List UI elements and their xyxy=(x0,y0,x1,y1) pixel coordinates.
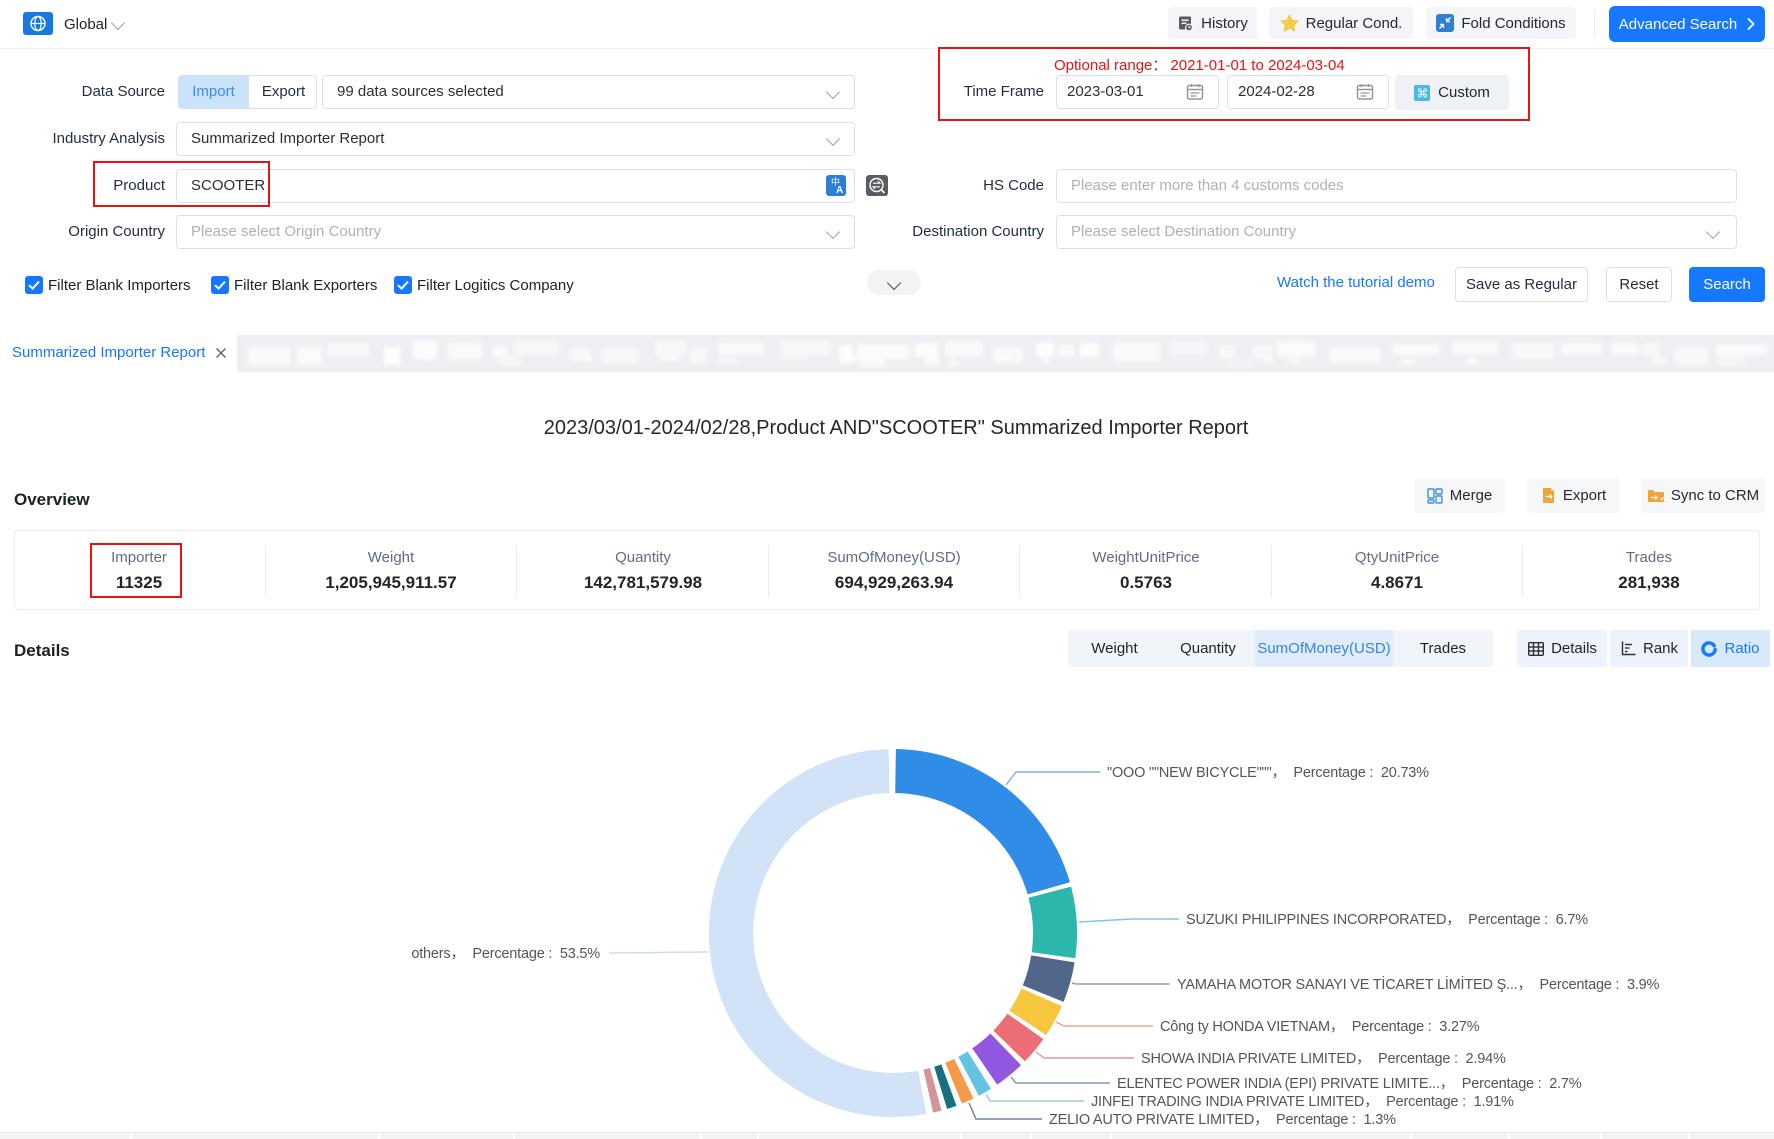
svg-text:A: A xyxy=(836,185,843,196)
svg-text:ZELIO AUTO PRIVATE LIMITED， P: ZELIO AUTO PRIVATE LIMITED， Percentage :… xyxy=(1049,1112,1396,1128)
svg-text:YAMAHA MOTOR SANAYI VE TİCARET: YAMAHA MOTOR SANAYI VE TİCARET LİMİTED Ş… xyxy=(1177,975,1660,993)
svg-text:JINFEI TRADING INDIA PRIVATE L: JINFEI TRADING INDIA PRIVATE LIMITED， Pe… xyxy=(1091,1094,1514,1110)
svg-text:SHOWA INDIA PRIVATE LIMITED，: SHOWA INDIA PRIVATE LIMITED， Percentage … xyxy=(1141,1051,1506,1067)
svg-text:SUZUKI PHILIPPINES INCORPORATE: SUZUKI PHILIPPINES INCORPORATED， Percent… xyxy=(1186,912,1588,928)
svg-text:Công ty HONDA VIETNAM， Percen: Công ty HONDA VIETNAM， Percentage : 3.27… xyxy=(1160,1019,1480,1035)
svg-text:ELENTEC POWER INDIA (EPI) PRIV: ELENTEC POWER INDIA (EPI) PRIVATE LIMITE… xyxy=(1117,1076,1582,1092)
svg-text:others， Percentage : 53.5%: others， Percentage : 53.5% xyxy=(411,946,600,962)
svg-text:"OOO ""NEW BICYCLE"""， Percen: "OOO ""NEW BICYCLE"""， Percentage : 20.7… xyxy=(1107,765,1429,781)
